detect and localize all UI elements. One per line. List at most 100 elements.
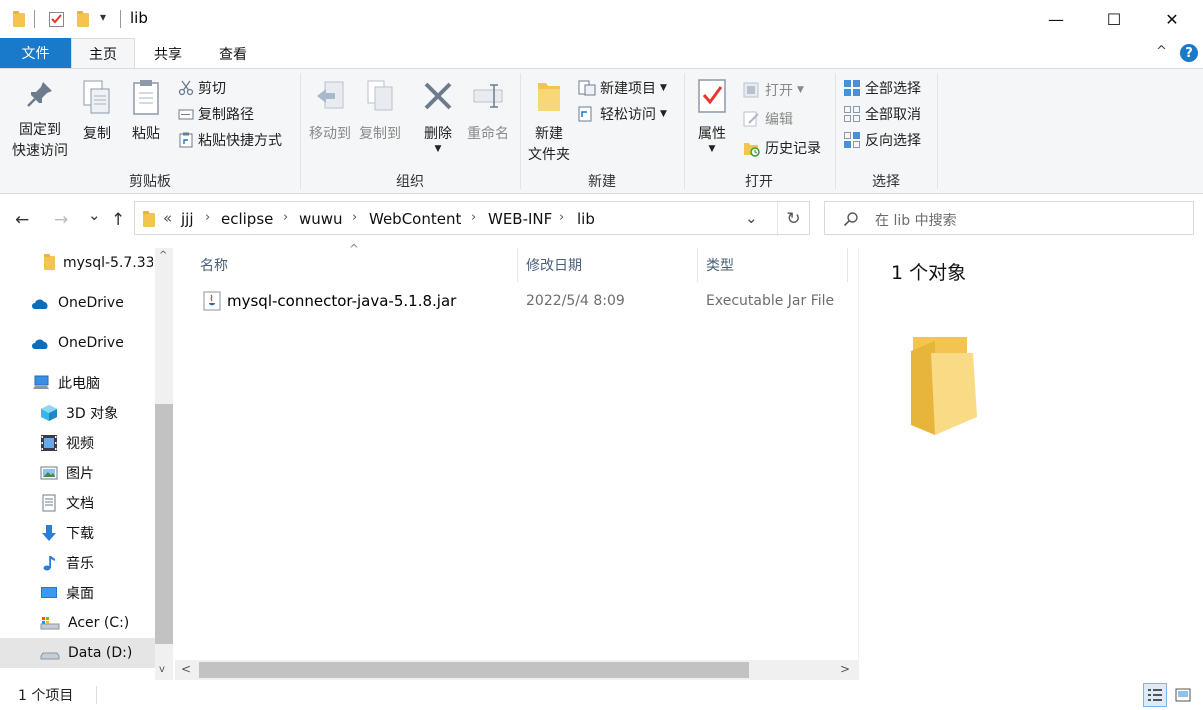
properties-icon[interactable] bbox=[48, 10, 66, 28]
column-divider[interactable] bbox=[517, 248, 518, 282]
address-bar[interactable]: « jjj › eclipse › wuwu › WebContent › WE… bbox=[134, 201, 810, 236]
scissors-icon bbox=[178, 80, 194, 96]
move-to-button[interactable]: 移动到 bbox=[305, 79, 355, 145]
tab-share[interactable]: 共享 bbox=[137, 38, 199, 69]
invert-selection-button[interactable]: 反向选择 bbox=[843, 129, 921, 151]
column-header-type[interactable]: 类型 bbox=[706, 248, 734, 282]
copy-to-button[interactable]: 复制到 bbox=[355, 79, 405, 145]
properties-dropdown-icon[interactable]: ▼ bbox=[690, 145, 734, 154]
paste-button[interactable]: 粘贴 bbox=[126, 79, 166, 145]
address-history-dropdown-icon[interactable]: ⌄ bbox=[745, 209, 758, 227]
copy-label: 复制 bbox=[83, 126, 111, 142]
new-item-button[interactable]: 新建项目 ▼ bbox=[578, 77, 667, 99]
nav-item-drive-d[interactable]: Data (D:) bbox=[0, 638, 155, 668]
collapse-ribbon-icon[interactable]: ^ bbox=[1156, 44, 1167, 59]
maximize-button[interactable]: ☐ bbox=[1085, 0, 1143, 38]
rename-button[interactable]: 重命名 bbox=[462, 79, 514, 145]
maximize-icon: ☐ bbox=[1106, 9, 1122, 29]
recent-locations-icon[interactable]: ⌄ bbox=[88, 206, 101, 224]
nav-item-label: Data (D:) bbox=[68, 645, 133, 661]
breadcrumb-overflow-icon[interactable]: « bbox=[163, 209, 172, 227]
tab-view[interactable]: 查看 bbox=[202, 38, 264, 69]
nav-item-3d-objects[interactable]: 3D 对象 bbox=[40, 398, 118, 428]
edit-button[interactable]: 编辑 bbox=[743, 108, 793, 130]
chevron-right-icon[interactable]: › bbox=[205, 210, 210, 225]
easy-access-label: 轻松访问 bbox=[600, 107, 656, 123]
dropdown-icon: ▼ bbox=[797, 85, 804, 95]
customize-quick-access-icon[interactable]: ▾ bbox=[100, 10, 106, 24]
nav-item-mysql[interactable]: mysql-5.7.33 bbox=[44, 248, 153, 278]
cut-button[interactable]: 剪切 bbox=[178, 77, 226, 99]
scroll-left-icon[interactable]: < bbox=[181, 662, 191, 676]
history-icon bbox=[744, 143, 760, 157]
divider bbox=[120, 10, 121, 28]
breadcrumb-item[interactable]: lib bbox=[577, 210, 595, 228]
back-icon[interactable]: ← bbox=[15, 210, 29, 230]
breadcrumb-item[interactable]: eclipse bbox=[221, 210, 273, 228]
nav-item-music[interactable]: 音乐 bbox=[40, 548, 94, 578]
nav-item-label: 图片 bbox=[66, 466, 94, 482]
minimize-button[interactable]: — bbox=[1027, 0, 1085, 38]
nav-item-documents[interactable]: 文档 bbox=[40, 488, 94, 518]
nav-item-videos[interactable]: 视频 bbox=[40, 428, 94, 458]
file-list-scrollbar[interactable]: < > bbox=[175, 660, 858, 680]
forward-icon[interactable]: → bbox=[54, 210, 68, 230]
scrollbar-thumb[interactable] bbox=[199, 662, 749, 678]
scroll-down-icon[interactable]: v bbox=[159, 664, 165, 675]
scroll-up-icon[interactable]: ^ bbox=[159, 250, 167, 261]
breadcrumb-item[interactable]: WebContent bbox=[369, 210, 461, 228]
table-row[interactable]: mysql-connector-java-5.1.8.jar 2022/5/4 … bbox=[175, 288, 858, 316]
copy-to-label: 复制到 bbox=[359, 126, 401, 142]
open-button[interactable]: 打开 ▼ bbox=[743, 79, 804, 101]
delete-dropdown-icon[interactable]: ▼ bbox=[418, 145, 458, 154]
pin-quick-access-button[interactable]: 固定到 快速访问 bbox=[6, 79, 74, 162]
close-button[interactable]: ✕ bbox=[1143, 0, 1201, 38]
history-button[interactable]: 历史记录 bbox=[743, 137, 821, 159]
navigation-pane-scrollbar[interactable]: ^ v bbox=[155, 248, 173, 680]
cut-label: 剪切 bbox=[198, 81, 226, 97]
nav-item-onedrive[interactable]: OneDrive bbox=[30, 288, 124, 318]
nav-item-downloads[interactable]: 下载 bbox=[40, 518, 94, 548]
scroll-right-icon[interactable]: > bbox=[840, 662, 850, 676]
copy-button[interactable]: 复制 bbox=[77, 79, 117, 145]
open-icon bbox=[743, 82, 759, 98]
chevron-right-icon[interactable]: › bbox=[283, 210, 288, 225]
chevron-right-icon[interactable]: › bbox=[352, 210, 357, 225]
breadcrumb-item[interactable]: wuwu bbox=[299, 210, 343, 228]
pin-icon bbox=[27, 82, 52, 107]
nav-item-desktop[interactable]: 桌面 bbox=[40, 578, 94, 608]
paste-shortcut-button[interactable]: 粘贴快捷方式 bbox=[178, 129, 282, 151]
copy-path-button[interactable]: 复制路径 bbox=[178, 103, 254, 125]
help-icon[interactable]: ? bbox=[1180, 44, 1198, 62]
large-icons-view-button[interactable] bbox=[1171, 683, 1195, 707]
delete-button[interactable]: 删除 ▼ bbox=[418, 79, 458, 154]
chevron-right-icon[interactable]: › bbox=[471, 210, 476, 225]
properties-button[interactable]: 属性 ▼ bbox=[690, 77, 734, 154]
cube-icon bbox=[41, 405, 57, 421]
nav-item-this-pc[interactable]: 此电脑 bbox=[32, 368, 100, 398]
search-box[interactable]: 在 lib 中搜索 bbox=[824, 201, 1194, 235]
nav-item-drive-c[interactable]: Acer (C:) bbox=[40, 608, 129, 638]
easy-access-button[interactable]: 轻松访问 ▼ bbox=[578, 103, 667, 125]
breadcrumb-item[interactable]: WEB-INF bbox=[488, 210, 552, 228]
search-placeholder: 在 lib 中搜索 bbox=[875, 213, 957, 229]
nav-item-onedrive[interactable]: OneDrive bbox=[30, 328, 124, 358]
column-divider[interactable] bbox=[847, 248, 848, 282]
tab-file[interactable]: 文件 bbox=[0, 38, 71, 68]
tab-home[interactable]: 主页 bbox=[71, 38, 135, 69]
chevron-right-icon[interactable]: › bbox=[559, 210, 564, 225]
new-folder-button[interactable]: 新建 文件夹 bbox=[524, 77, 574, 166]
column-header-date[interactable]: 修改日期 bbox=[526, 248, 582, 282]
up-icon[interactable]: ↑ bbox=[111, 210, 125, 230]
details-view-button[interactable] bbox=[1143, 683, 1167, 707]
column-divider[interactable] bbox=[697, 248, 698, 282]
new-folder-icon[interactable] bbox=[77, 11, 89, 27]
scrollbar-thumb[interactable] bbox=[155, 404, 173, 644]
breadcrumb-item[interactable]: jjj bbox=[181, 210, 194, 228]
column-header-name[interactable]: 名称 bbox=[200, 248, 228, 282]
refresh-button[interactable]: ↻ bbox=[777, 202, 809, 236]
select-all-button[interactable]: 全部选择 bbox=[843, 77, 921, 99]
computer-icon bbox=[33, 375, 49, 389]
nav-item-pictures[interactable]: 图片 bbox=[40, 458, 94, 488]
select-none-button[interactable]: 全部取消 bbox=[843, 103, 921, 125]
